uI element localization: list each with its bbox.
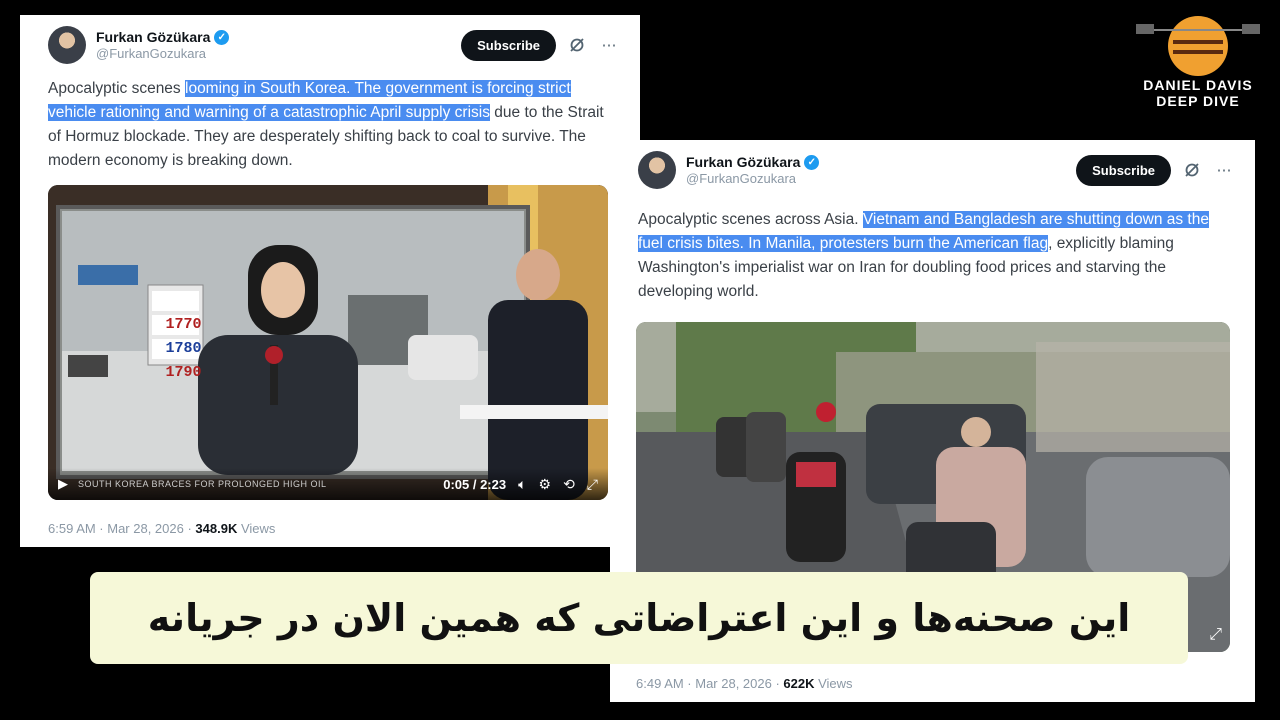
tweet-text: Apocalyptic scenes looming in South Kore… — [48, 77, 618, 173]
author-handle[interactable]: @FurkanGozukara — [686, 171, 819, 187]
verified-icon: ✓ — [804, 154, 820, 170]
loop-icon[interactable]: ⟲ — [563, 476, 575, 493]
logo-line-2: DEEP DIVE — [1156, 93, 1240, 109]
tweet-text-part: Apocalyptic scenes across Asia. — [638, 211, 863, 228]
price-sign: 1780 — [165, 340, 202, 357]
video-frame: Furkan Gözükara ✓ @FurkanGozukara Subscr… — [0, 0, 1280, 720]
tweet-header: Furkan Gözükara ✓ @FurkanGozukara Subscr… — [638, 146, 1235, 194]
author-name[interactable]: Furkan Gözükara — [686, 154, 800, 171]
subscribe-button[interactable]: Subscribe — [1076, 154, 1171, 186]
avatar[interactable] — [638, 151, 676, 189]
author-handle[interactable]: @FurkanGozukara — [96, 46, 229, 62]
volume-icon[interactable]: 🔈︎ — [518, 476, 526, 493]
expand-icon[interactable]: ⤢ — [1209, 626, 1222, 644]
avatar[interactable] — [48, 26, 86, 64]
settings-icon[interactable]: ⚙︎ — [539, 476, 552, 493]
video-ticker: SOUTH KOREA BRACES FOR PROLONGED HIGH OI… — [78, 479, 327, 489]
verified-icon: ✓ — [214, 29, 230, 45]
tweet-card-1: Furkan Gözükara ✓ @FurkanGozukara Subscr… — [20, 15, 640, 547]
author-name[interactable]: Furkan Gözükara — [96, 29, 210, 46]
more-icon[interactable]: ⋯ — [598, 34, 620, 56]
drone-logo-icon — [1136, 16, 1260, 76]
more-icon[interactable]: ⋯ — [1213, 159, 1235, 181]
views-label: Views — [814, 676, 853, 691]
grok-icon[interactable] — [1181, 159, 1203, 181]
price-sign: 1790 — [165, 364, 202, 381]
subtitle-caption: این صحنه‌ها و این اعتراضاتی که همین الان… — [90, 572, 1188, 664]
video-frame-image — [48, 185, 608, 500]
grok-icon[interactable] — [566, 34, 588, 56]
video-time: 0:05 / 2:23 — [443, 476, 507, 492]
subtitle-text: این صحنه‌ها و این اعتراضاتی که همین الان… — [147, 596, 1131, 640]
channel-logo: DANIEL DAVIS DEEP DIVE — [1128, 10, 1268, 110]
price-sign: 1770 — [165, 316, 202, 333]
tweet-meta: 6:59 AM · Mar 28, 2026 · 348.9K Views — [48, 521, 275, 536]
video-controls: ▶ SOUTH KOREA BRACES FOR PROLONGED HIGH … — [48, 468, 608, 500]
tweet-timestamp[interactable]: 6:49 AM · Mar 28, 2026 · — [636, 676, 783, 691]
fullscreen-icon[interactable]: ⤢ — [587, 476, 598, 493]
views-label: Views — [237, 521, 276, 536]
tweet-timestamp[interactable]: 6:59 AM · Mar 28, 2026 · — [48, 521, 195, 536]
views-count: 348.9K — [195, 521, 238, 536]
play-icon[interactable]: ▶ — [58, 476, 68, 492]
tweet-text-part: Apocalyptic scenes — [48, 80, 185, 97]
logo-line-1: DANIEL DAVIS — [1143, 77, 1253, 93]
tweet-text: Apocalyptic scenes across Asia. Vietnam … — [638, 208, 1228, 304]
views-count: 622K — [783, 676, 815, 691]
tweet-meta: 6:49 AM · Mar 28, 2026 · 622K Views — [636, 676, 853, 691]
tweet-video[interactable]: 1770 1780 1790 ▶ SOUTH KOREA BRACES FOR … — [48, 185, 608, 500]
subscribe-button[interactable]: Subscribe — [461, 29, 556, 61]
tweet-header: Furkan Gözükara ✓ @FurkanGozukara Subscr… — [48, 21, 620, 69]
